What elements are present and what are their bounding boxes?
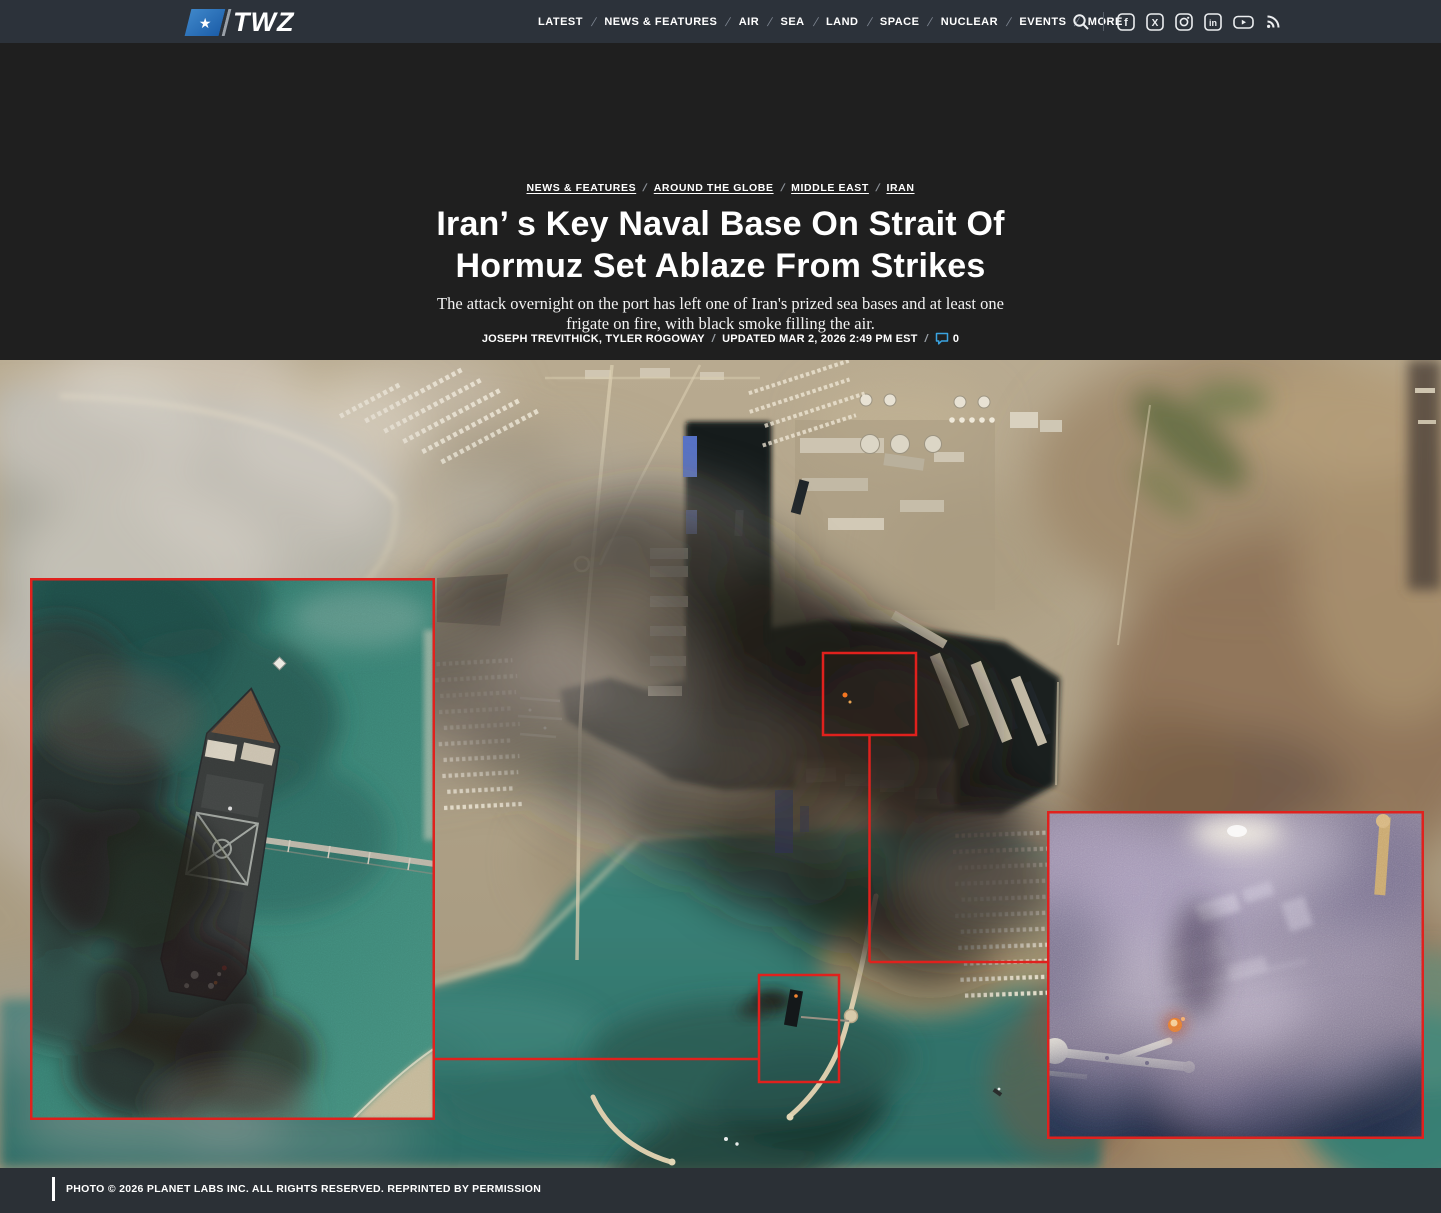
nav-item-land[interactable]: LAND [826, 16, 859, 28]
linkedin-glyph: in [1209, 18, 1217, 28]
byline-separator: / [711, 332, 716, 345]
linkedin-icon[interactable]: in [1204, 12, 1222, 31]
main-nav: LATEST / NEWS & FEATURES / AIR / SEA / L… [538, 0, 1123, 43]
page-title: Iran’ s Key Naval Base On Strait Of Horm… [436, 205, 1005, 286]
satellite-photo [0, 330, 1441, 1213]
updated-timestamp: UPDATED MAR 2, 2026 2:49 PM EST [722, 332, 918, 345]
search-icon[interactable] [1072, 13, 1090, 31]
breadcrumb-separator: / [642, 182, 648, 194]
logo-flag-icon: ★ [184, 8, 229, 36]
x-glyph: X [1152, 17, 1159, 28]
fire-spot [842, 692, 848, 698]
rss-icon[interactable] [1265, 13, 1282, 30]
nav-separator: / [725, 14, 731, 29]
breadcrumb-iran[interactable]: IRAN [886, 182, 914, 194]
inset-burning-ship [30, 578, 435, 1120]
instagram-icon[interactable] [1175, 12, 1193, 31]
nav-item-latest[interactable]: LATEST [538, 16, 583, 28]
article-hero: NEWS & FEATURES / AROUND THE GLOBE / MIDDLE … [0, 43, 1441, 360]
author-names[interactable]: JOSEPH TREVITHICK, TYLER ROGOWAY [482, 333, 705, 345]
comment-bubble-icon [935, 332, 949, 345]
logo-text: TWZ [233, 6, 295, 37]
nav-item-sea[interactable]: SEA [780, 16, 804, 28]
x-icon[interactable]: X [1146, 12, 1164, 31]
comment-count: 0 [952, 332, 960, 345]
nav-separator: / [1006, 14, 1012, 29]
nav-separator: / [927, 14, 933, 29]
nav-separator: / [812, 14, 818, 29]
nav-item-nuclear[interactable]: NUCLEAR [941, 16, 998, 28]
site-logo[interactable]: ★ TWZ [184, 6, 295, 37]
nav-item-news-features[interactable]: NEWS & FEATURES [604, 16, 717, 28]
comments-link[interactable]: 0 [935, 332, 959, 345]
breadcrumb-separator: / [779, 182, 785, 194]
nav-divider [1103, 12, 1104, 31]
breadcrumb-middle-east[interactable]: MIDDLE EAST [791, 182, 869, 194]
nav-separator: / [590, 14, 597, 29]
nav-item-air[interactable]: AIR [739, 16, 759, 28]
inset-burning-pier [1047, 811, 1424, 1139]
breadcrumb-news-features[interactable]: NEWS & FEATURES [526, 182, 636, 194]
byline: JOSEPH TREVITHICK, TYLER ROGOWAY / UPDAT… [0, 332, 1441, 345]
photo-caption-bar: PHOTO © 2026 PLANET LABS INC. ALL RIGHTS… [0, 1168, 1441, 1213]
photo-credit: PHOTO © 2026 PLANET LABS INC. ALL RIGHTS… [66, 1183, 542, 1195]
breadcrumb-around-globe[interactable]: AROUND THE GLOBE [654, 182, 774, 194]
breadcrumb: NEWS & FEATURES / AROUND THE GLOBE / MIDDLE … [0, 182, 1441, 194]
byline-separator: / [924, 332, 928, 345]
nav-separator: / [866, 14, 872, 29]
nav-separator: / [767, 14, 773, 29]
nav-item-events[interactable]: EVENTS [1019, 16, 1066, 28]
nav-utility: f X in [1072, 0, 1282, 43]
facebook-glyph: f [1124, 17, 1128, 29]
nav-item-space[interactable]: SPACE [880, 16, 920, 28]
facebook-icon[interactable]: f [1117, 12, 1135, 31]
youtube-icon[interactable] [1233, 13, 1254, 31]
breadcrumb-separator: / [875, 182, 881, 194]
caption-accent-bar [52, 1177, 55, 1201]
article-hero-photo [0, 330, 1441, 1213]
top-nav-bar: ★ TWZ LATEST / NEWS & FEATURES / AIR / S… [0, 0, 1441, 43]
article-subtitle: The attack overnight on the port has lef… [437, 294, 1004, 334]
